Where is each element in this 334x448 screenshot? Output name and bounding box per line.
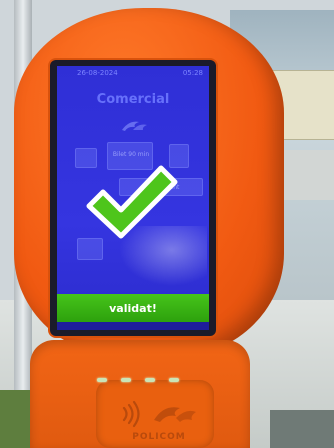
ghost-button-label: Bilet 90 min xyxy=(112,151,150,158)
screen-footer xyxy=(57,322,209,330)
status-led xyxy=(145,378,155,382)
photo-scene: POLICOM 26-08-2024 05:28 Comercial Bilet… xyxy=(0,0,334,448)
contactless-icon xyxy=(122,400,140,428)
floor-panel xyxy=(270,410,334,448)
status-time: 05:28 xyxy=(182,69,203,77)
status-date: 26-08-2024 xyxy=(77,69,118,77)
status-led xyxy=(121,378,131,382)
validator-screen[interactable]: 26-08-2024 05:28 Comercial Bilet 90 min … xyxy=(57,66,209,330)
validation-status-text: validat! xyxy=(109,301,157,315)
status-led xyxy=(169,378,179,382)
status-led xyxy=(97,378,107,382)
status-leds xyxy=(97,378,179,382)
operator-logo-icon xyxy=(122,121,147,131)
checkmark-icon xyxy=(86,165,178,239)
screen-title: Comercial xyxy=(96,92,170,107)
brand-logo-icon xyxy=(154,407,196,422)
validation-status-bar: validat! xyxy=(57,294,209,322)
brand-name: POLICOM xyxy=(132,432,186,442)
